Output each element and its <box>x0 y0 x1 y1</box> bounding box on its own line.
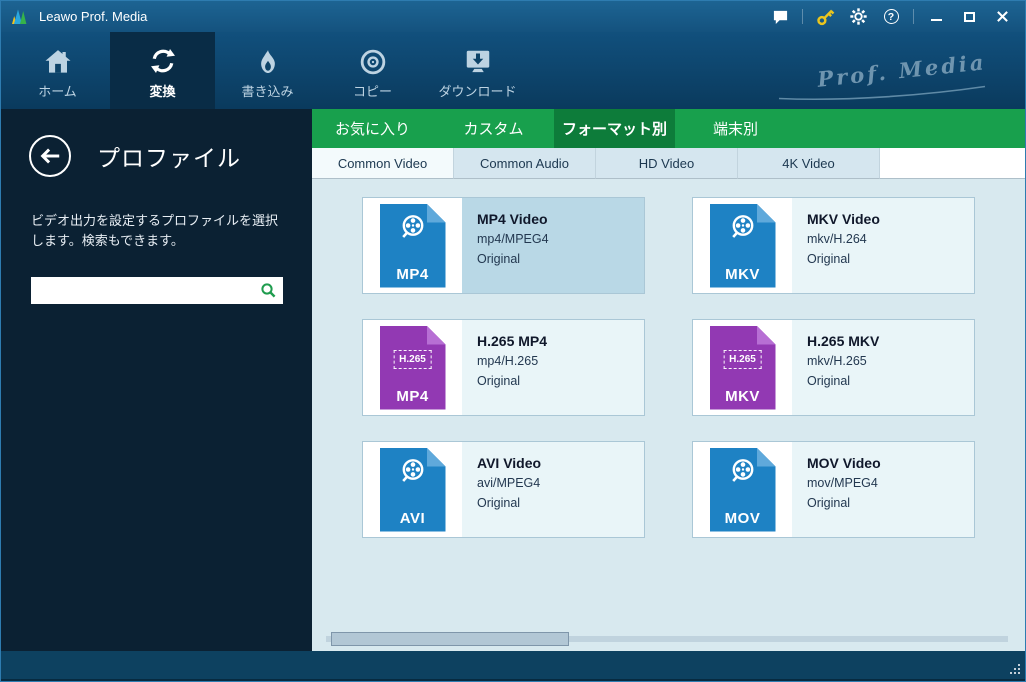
format-icon-mkv: MKV <box>693 198 792 293</box>
back-button[interactable] <box>29 135 71 177</box>
profile-description: ビデオ出力を設定するプロファイルを選択します。検索もできます。 <box>31 211 286 251</box>
profile-grid: MP4 MP4 Video mp4/MPEG4 Original <box>312 179 1025 651</box>
film-reel-icon <box>391 213 435 239</box>
tab-by-device[interactable]: 端末別 <box>675 109 796 148</box>
tabbar-filler <box>880 148 1025 179</box>
titlebar: Leawo Prof. Media <box>1 1 1025 32</box>
profile-quality: Original <box>807 496 970 510</box>
tab-common-video[interactable]: Common Video <box>312 148 454 179</box>
profile-card-mkv[interactable]: MKV MKV Video mkv/H.264 Original <box>692 197 975 294</box>
profile-card-mp4[interactable]: MP4 MP4 Video mp4/MPEG4 Original <box>362 197 645 294</box>
format-badge: AVI <box>380 510 446 527</box>
tab-by-format[interactable]: フォーマット別 <box>554 109 675 148</box>
format-icon-mp4: MP4 <box>363 198 462 293</box>
main-nav: ホーム 変換 <box>1 32 1025 109</box>
profile-title: MOV Video <box>807 455 970 471</box>
profile-card-h265-mkv[interactable]: H.265 MKV H.265 MKV mkv/H.265 Original <box>692 319 975 416</box>
format-badge: MKV <box>710 266 776 283</box>
leawo-logo-icon <box>11 8 31 25</box>
nav-item-convert[interactable]: 変換 <box>110 32 215 109</box>
nav-label: コピー <box>353 81 392 100</box>
arrow-left-icon <box>38 146 62 166</box>
profile-title: AVI Video <box>477 455 640 471</box>
profile-card-h265-mp4[interactable]: H.265 MP4 H.265 MP4 mp4/H.265 Original <box>362 319 645 416</box>
nav-item-download[interactable]: ダウンロード <box>425 32 530 109</box>
profile-format: mkv/H.265 <box>807 354 970 368</box>
profile-title: H.265 MKV <box>807 333 970 349</box>
statusbar <box>1 651 1025 681</box>
content-pane: お気に入り カスタム フォーマット別 端末別 Common Video Comm… <box>312 109 1025 651</box>
format-icon-h265-mp4: H.265 MP4 <box>363 320 462 415</box>
search-box <box>31 277 283 304</box>
profile-quality: Original <box>807 374 970 388</box>
titlebar-separator <box>802 9 803 24</box>
profile-title: MP4 Video <box>477 211 640 227</box>
profile-title: H.265 MP4 <box>477 333 640 349</box>
profile-format: mp4/MPEG4 <box>477 232 640 246</box>
nav-item-home[interactable]: ホーム <box>5 32 110 109</box>
nav-item-burn[interactable]: 書き込み <box>215 32 320 109</box>
tab-common-audio[interactable]: Common Audio <box>454 148 596 179</box>
profile-format: mp4/H.265 <box>477 354 640 368</box>
resize-grip-icon[interactable] <box>1010 664 1021 675</box>
tab-4k-video[interactable]: 4K Video <box>738 148 880 179</box>
format-badge: MP4 <box>380 388 446 405</box>
app-window: Leawo Prof. Media <box>0 0 1026 682</box>
profile-format: avi/MPEG4 <box>477 476 640 490</box>
profile-title: MKV Video <box>807 211 970 227</box>
nav-label: ホーム <box>38 81 77 100</box>
profile-quality: Original <box>477 374 640 388</box>
sidebar: プロファイル ビデオ出力を設定するプロファイルを選択します。検索もできます。 <box>1 109 312 651</box>
profile-format: mov/MPEG4 <box>807 476 970 490</box>
minimize-button[interactable] <box>925 7 947 27</box>
format-icon-avi: AVI <box>363 442 462 537</box>
page-fold <box>757 326 776 345</box>
profile-card-avi[interactable]: AVI AVI Video avi/MPEG4 Original <box>362 441 645 538</box>
settings-gear-icon[interactable] <box>847 7 869 27</box>
horizontal-scrollbar <box>326 632 1008 646</box>
profile-card-mov[interactable]: MOV MOV Video mov/MPEG4 Original <box>692 441 975 538</box>
nav-label: 変換 <box>149 81 175 100</box>
nav-label: ダウンロード <box>438 81 516 100</box>
home-icon <box>43 42 73 76</box>
category-tabbar: Common Video Common Audio HD Video 4K Vi… <box>312 148 1025 179</box>
burn-flame-icon <box>254 42 282 76</box>
film-reel-icon <box>391 457 435 483</box>
nav-label: 書き込み <box>241 81 293 100</box>
page-fold <box>427 326 446 345</box>
scrollbar-thumb[interactable] <box>331 632 569 646</box>
format-icon-h265-mkv: H.265 MKV <box>693 320 792 415</box>
film-reel-icon <box>721 213 765 239</box>
help-icon[interactable]: ? <box>880 7 902 27</box>
h265-frame: H.265 <box>393 350 432 369</box>
titlebar-separator <box>913 9 914 24</box>
film-reel-icon <box>721 457 765 483</box>
feedback-bubble-icon[interactable] <box>769 7 791 27</box>
close-button[interactable] <box>991 7 1013 27</box>
convert-icon <box>147 42 179 76</box>
profile-quality: Original <box>807 252 970 266</box>
profile-quality: Original <box>477 496 640 510</box>
maximize-button[interactable] <box>958 7 980 27</box>
tab-favorites[interactable]: お気に入り <box>312 109 433 148</box>
tab-hd-video[interactable]: HD Video <box>596 148 738 179</box>
disc-icon <box>359 42 387 76</box>
format-badge: MOV <box>710 510 776 527</box>
h265-frame: H.265 <box>723 350 762 369</box>
register-key-icon[interactable] <box>814 7 836 27</box>
format-badge: MKV <box>710 388 776 405</box>
search-icon[interactable] <box>260 282 277 299</box>
page-title: プロファイル <box>97 139 241 173</box>
nav-item-copy[interactable]: コピー <box>320 32 425 109</box>
format-icon-mov: MOV <box>693 442 792 537</box>
search-input[interactable] <box>31 277 260 304</box>
window-title: Leawo Prof. Media <box>39 9 147 24</box>
download-icon <box>463 42 493 76</box>
profile-quality: Original <box>477 252 640 266</box>
profile-format: mkv/H.264 <box>807 232 970 246</box>
format-tabbar: お気に入り カスタム フォーマット別 端末別 <box>312 109 1025 148</box>
format-badge: MP4 <box>380 266 446 283</box>
tab-custom[interactable]: カスタム <box>433 109 554 148</box>
